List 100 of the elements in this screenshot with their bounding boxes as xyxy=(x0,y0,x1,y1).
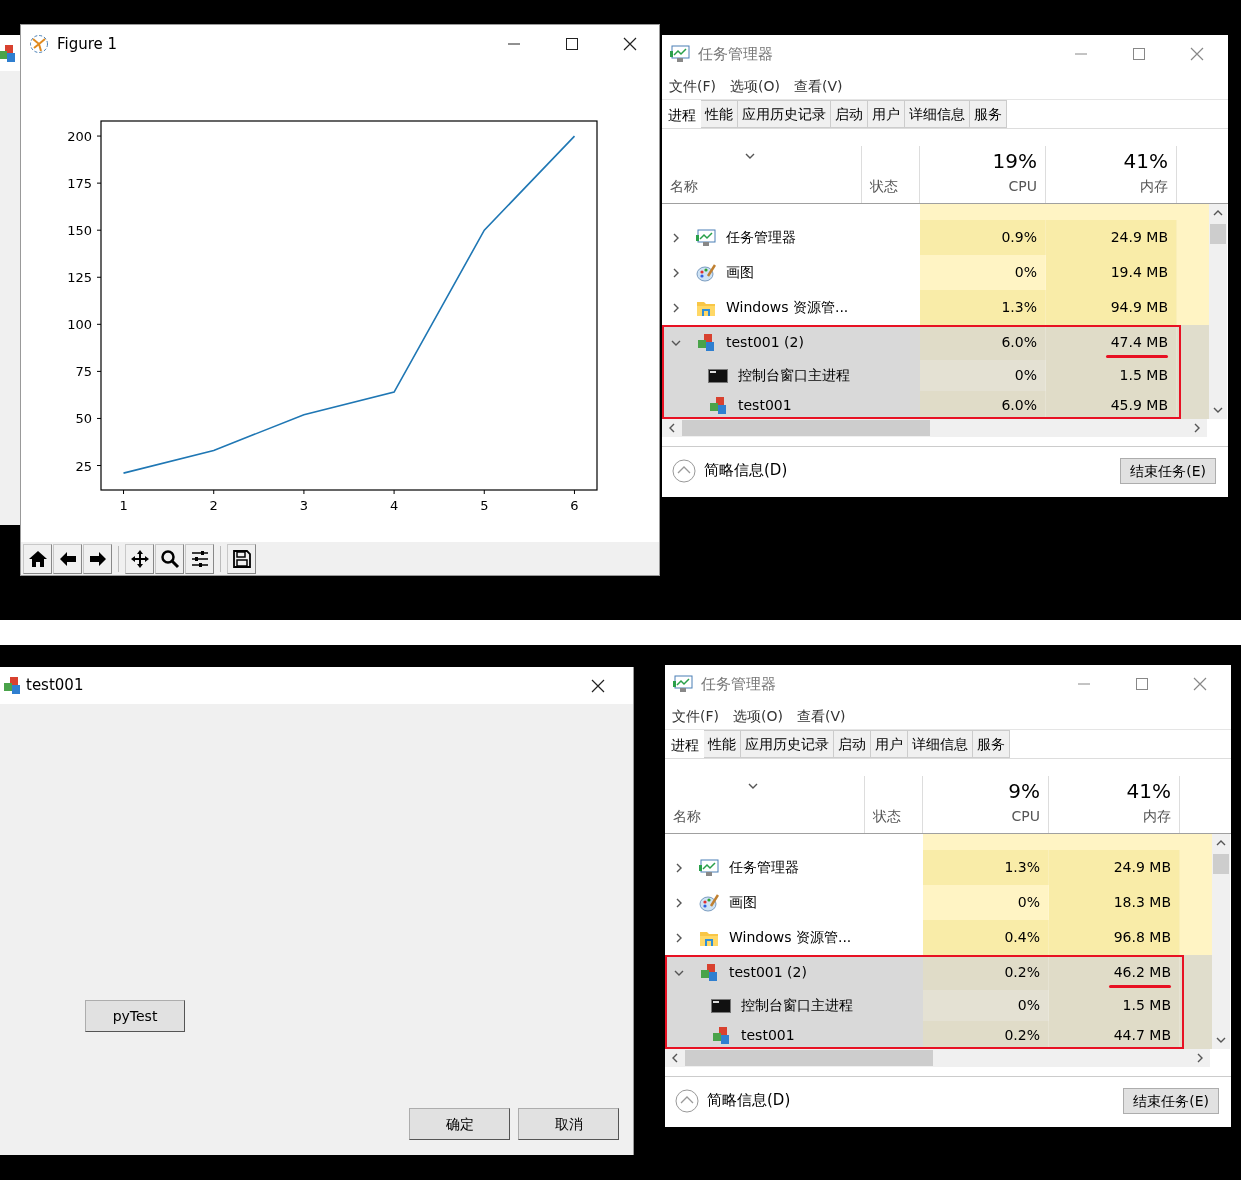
tab[interactable]: 性能 xyxy=(701,100,738,128)
collapse-circle-icon xyxy=(672,458,696,483)
scrollbar-thumb[interactable] xyxy=(685,1050,933,1066)
menu-item[interactable]: 查看(V) xyxy=(796,705,846,727)
process-name: 画图 xyxy=(726,263,754,282)
x-tick-label: 1 xyxy=(119,498,128,513)
process-name: 控制台窗口主进程 xyxy=(738,366,850,385)
window-title: test001 xyxy=(26,675,84,697)
cpu-cell: 1.3% xyxy=(923,850,1049,885)
zoom-button[interactable] xyxy=(155,543,184,574)
end-task-button[interactable]: 结束任务(E) xyxy=(1120,457,1216,484)
memory-value: 1.5 MB xyxy=(1122,996,1171,1015)
end-task-button[interactable]: 结束任务(E) xyxy=(1123,1087,1219,1114)
cpu-cell: 0.2% xyxy=(923,955,1049,990)
column-header[interactable]: 内存 xyxy=(1140,176,1168,197)
sliders-icon xyxy=(189,548,210,569)
tab[interactable]: 用户 xyxy=(871,730,908,758)
tab[interactable]: 用户 xyxy=(868,100,905,128)
tab[interactable]: 启动 xyxy=(831,100,868,128)
magnifier-icon xyxy=(159,548,180,569)
move-arrows-icon xyxy=(129,548,150,569)
details-toggle[interactable]: 简略信息(D) xyxy=(672,458,788,483)
tab[interactable]: 服务 xyxy=(973,730,1010,758)
process-row[interactable]: test001 6.0% 45.9 MB xyxy=(662,391,1209,419)
y-tick-label: 150 xyxy=(67,223,92,239)
tab[interactable]: 性能 xyxy=(704,730,741,758)
blocks-icon xyxy=(0,44,17,63)
monitor-icon xyxy=(696,228,716,247)
tab[interactable]: 服务 xyxy=(970,100,1007,128)
column-header[interactable]: CPU xyxy=(1008,176,1037,197)
window-title: Figure 1 xyxy=(57,33,118,55)
cancel-button[interactable]: 取消 xyxy=(518,1108,619,1140)
tick-mark xyxy=(96,276,102,278)
tab[interactable]: 启动 xyxy=(834,730,871,758)
configure-button[interactable] xyxy=(185,543,214,574)
scrollbar-thumb[interactable] xyxy=(1213,854,1229,874)
usage-total: 9% xyxy=(1008,778,1040,805)
horizontal-scrollbar[interactable] xyxy=(665,1049,1210,1067)
process-row[interactable]: test001 0.2% 44.7 MB xyxy=(665,1021,1212,1049)
close-icon xyxy=(1193,677,1207,691)
tick-mark xyxy=(96,229,102,231)
menu-item[interactable]: 文件(F) xyxy=(672,705,719,727)
x-tick-label: 6 xyxy=(570,498,579,513)
monitor-icon xyxy=(673,675,693,693)
memory-value: 19.4 MB xyxy=(1110,263,1168,282)
forward-button[interactable] xyxy=(83,543,112,574)
cpu-cell: 6.0% xyxy=(920,325,1046,360)
pinwheel-icon xyxy=(29,34,49,54)
process-name: Windows 资源管... xyxy=(726,298,849,317)
cpu-cell: 0.4% xyxy=(923,920,1049,955)
cpu-cell: 0.2% xyxy=(923,1021,1049,1049)
tick-mark xyxy=(123,489,125,495)
tab[interactable]: 详细信息 xyxy=(908,730,973,758)
process-row[interactable]: test001 (2) 0.2% 46.2 MB xyxy=(665,955,1212,990)
scrollbar-thumb[interactable] xyxy=(1210,224,1226,244)
process-row[interactable]: 控制台窗口主进程 0% 1.5 MB xyxy=(662,360,1209,391)
tick-mark xyxy=(303,489,305,495)
monitor-icon xyxy=(699,858,719,877)
cpu-cell: 0% xyxy=(923,990,1049,1021)
pytest-button[interactable]: pyTest xyxy=(85,1000,185,1032)
column-header[interactable]: 状态 xyxy=(870,176,911,197)
tab[interactable]: 详细信息 xyxy=(905,100,970,128)
window-title: 任务管理器 xyxy=(701,673,776,695)
vertical-scrollbar[interactable] xyxy=(1212,834,1230,1049)
column-header[interactable]: 名称 xyxy=(673,806,856,827)
details-toggle[interactable]: 简略信息(D) xyxy=(675,1088,791,1113)
usage-total: 41% xyxy=(1126,778,1171,805)
menu-item[interactable]: 选项(O) xyxy=(730,75,780,97)
tab[interactable]: 应用历史记录 xyxy=(738,100,831,128)
tick-mark xyxy=(96,135,102,137)
cpu-cell: 0% xyxy=(920,360,1046,391)
menu-item[interactable]: 选项(O) xyxy=(733,705,783,727)
process-name: 控制台窗口主进程 xyxy=(741,996,853,1015)
maximize-icon xyxy=(1136,678,1148,690)
cpu-cell: 0% xyxy=(923,885,1049,920)
x-tick-label: 3 xyxy=(299,498,309,513)
blocks-icon xyxy=(699,963,719,982)
scrollbar-thumb[interactable] xyxy=(682,420,930,436)
tab[interactable]: 应用历史记录 xyxy=(741,730,834,758)
save-button[interactable] xyxy=(227,543,256,574)
process-row[interactable]: test001 (2) 6.0% 47.4 MB xyxy=(662,325,1209,360)
column-header[interactable]: 状态 xyxy=(873,806,914,827)
close-icon xyxy=(623,37,637,51)
palette-icon xyxy=(699,893,719,912)
memory-value: 94.9 MB xyxy=(1110,298,1168,317)
pan-button[interactable] xyxy=(125,543,154,574)
menu-item[interactable]: 查看(V) xyxy=(793,75,843,97)
horizontal-scrollbar[interactable] xyxy=(662,419,1207,437)
vertical-scrollbar[interactable] xyxy=(1209,204,1227,419)
column-header[interactable]: 内存 xyxy=(1143,806,1171,827)
column-header[interactable]: 名称 xyxy=(670,176,853,197)
home-button[interactable] xyxy=(23,543,52,574)
tick-mark xyxy=(96,465,102,467)
palette-icon xyxy=(696,263,716,282)
column-header[interactable]: CPU xyxy=(1011,806,1040,827)
ok-button[interactable]: 确定 xyxy=(409,1108,510,1140)
process-row[interactable]: 控制台窗口主进程 0% 1.5 MB xyxy=(665,990,1212,1021)
back-button[interactable] xyxy=(53,543,82,574)
menu-item[interactable]: 文件(F) xyxy=(669,75,716,97)
tick-mark xyxy=(573,489,575,495)
